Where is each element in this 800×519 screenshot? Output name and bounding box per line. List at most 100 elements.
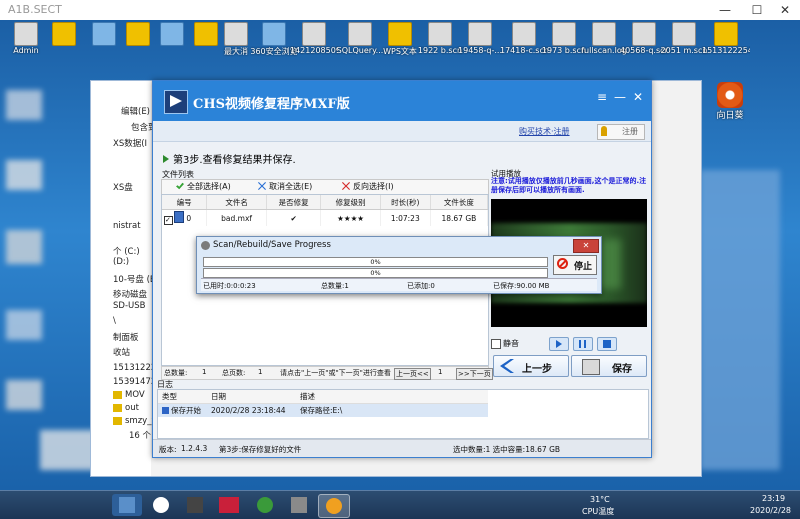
explorer-nav-item[interactable]: 10-号盘 (E <box>113 273 155 285</box>
buy-link[interactable]: 购买技术·注册 <box>519 126 570 137</box>
select-all-button[interactable]: 全部选择(A) <box>176 181 231 192</box>
chevron-left-icon <box>500 359 514 373</box>
log-desc: 保存路径:E:\ <box>296 403 488 417</box>
pager-hint: 请点击"上一页"或"下一页"进行查看 <box>280 369 391 377</box>
taskbar-app[interactable] <box>250 494 280 516</box>
column-header[interactable]: 文件长度 <box>430 195 488 210</box>
log-column-header[interactable]: 描述 <box>296 390 488 404</box>
calculator-icon <box>291 497 307 513</box>
explorer-nav-item[interactable]: out <box>113 403 139 413</box>
taskbar-app[interactable] <box>284 494 314 516</box>
hex-editor-icon <box>219 497 239 513</box>
explorer-nav-item[interactable]: \ <box>113 316 116 326</box>
app-close-button[interactable]: ✕ <box>631 90 645 104</box>
column-header[interactable]: 修复级别 <box>320 195 381 210</box>
log-type: 保存开始 <box>171 406 201 415</box>
clock-date[interactable]: 2020/2/28 <box>750 506 791 515</box>
explorer-nav-item[interactable]: XS数据(I <box>113 137 147 149</box>
progress-bar-2: 0% <box>203 268 548 278</box>
explorer-nav-item[interactable]: SD-USB <box>113 301 145 311</box>
register-button[interactable]: 注册 <box>597 124 645 140</box>
video-file-icon <box>174 211 184 223</box>
blurred-desktop-icon <box>6 230 42 264</box>
mute-checkbox[interactable] <box>491 339 501 349</box>
page-number[interactable]: 1 <box>438 368 442 376</box>
desktop-icon[interactable]: 1513122254 <box>702 22 750 68</box>
explorer-nav-item[interactable]: nistrat <box>113 221 141 231</box>
next-page-button[interactable]: >>下一页 <box>456 368 493 380</box>
folder-icon <box>113 390 122 399</box>
dialog-close-button[interactable]: ✕ <box>573 239 599 253</box>
pages-label: 总页数: <box>222 369 246 377</box>
host-close-button[interactable]: ✕ <box>772 2 798 18</box>
explorer-edit-menu[interactable]: 编辑(E) <box>121 105 150 117</box>
log-header-row: 类型 日期 描述 <box>158 390 488 404</box>
pause-icon <box>579 340 581 348</box>
progress-dialog-title: Scan/Rebuild/Save Progress <box>213 240 331 250</box>
x-icon <box>342 182 350 190</box>
log-column-header[interactable]: 日期 <box>207 390 296 404</box>
host-maximize-button[interactable]: ☐ <box>744 2 770 18</box>
explorer-nav-item[interactable]: XS盘 <box>113 181 133 193</box>
folder-icon <box>113 416 122 425</box>
progress-dialog-icon <box>201 241 210 250</box>
log-date: 2020/2/28 23:18:44 <box>207 403 296 417</box>
column-header[interactable]: 是否修复 <box>266 195 322 210</box>
blurred-desktop-icon <box>6 160 42 190</box>
prev-page-button[interactable]: 上一页<< <box>394 368 431 380</box>
explorer-nav-item[interactable]: 制面板 <box>113 331 139 343</box>
desktop-icon[interactable]: 1421208509 <box>290 22 338 68</box>
explorer-nav-item[interactable]: 移动磁盘 <box>113 288 147 300</box>
step-heading: 第3步.查看修复结果并保存. <box>163 151 296 166</box>
explorer-nav-item[interactable]: 个 (C:) <box>113 245 140 257</box>
explorer-nav-item[interactable]: MOV <box>113 390 145 400</box>
explorer-nav-item[interactable]: (D:) <box>113 257 129 267</box>
table-header-row: 编号 文件名 是否修复 修复级别 时长(秒) 文件长度 <box>162 195 488 210</box>
table-row[interactable]: ✓ 0 bad.mxf ✔ ★★★★ 1:07:23 18.67 GB <box>162 209 488 226</box>
pages-value: 1 <box>258 368 263 376</box>
pause-button[interactable] <box>573 337 593 351</box>
taskbar-explorer[interactable] <box>112 494 142 516</box>
desktop-icon[interactable]: 2051 m.scn <box>660 22 708 68</box>
blurred-desktop-icon <box>6 380 42 410</box>
host-title: A1B.SECT <box>8 3 62 16</box>
version-value: 1.2.4.3 <box>181 444 208 453</box>
progress-dialog: Scan/Rebuild/Save Progress ✕ 0% 0% 停止 已用… <box>196 236 602 294</box>
save-icon <box>582 359 600 375</box>
log-column-header[interactable]: 类型 <box>158 390 207 404</box>
deselect-all-button[interactable]: 取消全选(E) <box>258 181 312 192</box>
total-label: 总数量: <box>164 369 188 377</box>
prev-step-button[interactable]: 上一步 <box>493 355 569 377</box>
cpu-temp-label: CPU温度 <box>582 507 615 516</box>
taskbar-app[interactable] <box>146 494 176 516</box>
pager: 总数量: 1 总页数: 1 请点击"上一页"或"下一页"进行查看 上一页<< 1… <box>161 366 493 380</box>
row-checkbox[interactable]: ✓ <box>164 216 173 225</box>
app-minimize-button[interactable]: — <box>613 90 627 104</box>
taskbar-video-repair[interactable] <box>318 494 350 518</box>
column-header[interactable]: 编号 <box>162 195 208 210</box>
stop-playback-button[interactable] <box>597 337 617 351</box>
save-button[interactable]: 保存 <box>571 355 647 377</box>
host-minimize-button[interactable]: — <box>712 2 738 18</box>
clock-time[interactable]: 23:19 <box>762 494 785 503</box>
taskbar-app[interactable] <box>180 494 210 516</box>
taskbar-hexworks[interactable] <box>214 494 244 516</box>
playback-controls: 静音 <box>491 337 647 351</box>
stop-icon <box>603 340 611 348</box>
desktop-icon[interactable]: 19458-q-... <box>456 22 504 68</box>
status-bar: 版本: 1.2.4.3 第3步:保存修复好的文件 选中数量:1 选中容量:18.… <box>153 439 651 457</box>
version-label: 版本: <box>159 445 177 454</box>
elapsed-time: 已用时:0:0:0:23 <box>203 282 256 290</box>
app-menu-button[interactable]: ≡ <box>595 90 609 104</box>
app-icon <box>326 498 342 514</box>
invert-select-button[interactable]: 反向选择(I) <box>342 181 394 192</box>
stop-button[interactable]: 停止 <box>553 255 597 275</box>
taskbar: 31°C CPU温度 23:19 2020/2/28 <box>0 490 800 519</box>
log-row[interactable]: 保存开始 2020/2/28 23:18:44 保存路径:E:\ <box>158 403 488 417</box>
sunlogin-desktop-icon[interactable]: 向日葵 <box>712 82 748 121</box>
column-header[interactable]: 时长(秒) <box>380 195 431 210</box>
column-header[interactable]: 文件名 <box>206 195 267 210</box>
folder-icon <box>119 497 135 513</box>
play-button[interactable] <box>549 337 569 351</box>
explorer-nav-item[interactable]: 收站 <box>113 346 130 358</box>
